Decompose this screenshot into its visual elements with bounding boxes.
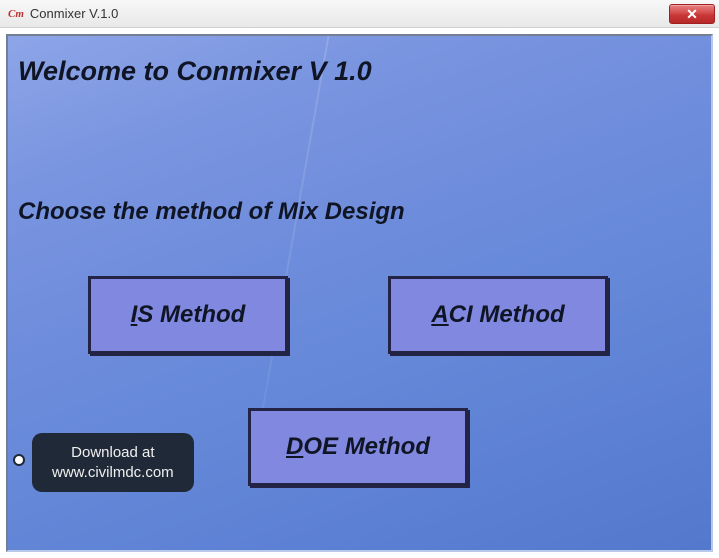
titlebar-left: Cm Conmixer V.1.0 (8, 6, 118, 21)
doe-method-label: DOE Method (286, 433, 430, 461)
doe-method-button[interactable]: DOE Method (248, 408, 468, 486)
window-title: Conmixer V.1.0 (30, 6, 118, 21)
download-tooltip: Download at www.civilmdc.com (32, 433, 194, 492)
welcome-heading: Welcome to Conmixer V 1.0 (18, 56, 372, 87)
app-icon: Cm (8, 8, 24, 20)
is-method-button[interactable]: IS Method (88, 276, 288, 354)
is-method-label: IS Method (131, 301, 246, 329)
tooltip-anchor-dot (13, 454, 25, 466)
titlebar: Cm Conmixer V.1.0 ✕ (0, 0, 719, 28)
main-panel: Welcome to Conmixer V 1.0 Choose the met… (6, 34, 713, 552)
aci-method-label: ACI Method (431, 301, 564, 329)
choose-method-label: Choose the method of Mix Design (18, 198, 405, 226)
tooltip-line2: www.civilmdc.com (52, 464, 174, 481)
tooltip-line1: Download at (71, 444, 154, 461)
aci-method-button[interactable]: ACI Method (388, 276, 608, 354)
close-button[interactable]: ✕ (669, 4, 715, 24)
client-area: Welcome to Conmixer V 1.0 Choose the met… (0, 28, 719, 558)
close-icon: ✕ (686, 7, 698, 21)
